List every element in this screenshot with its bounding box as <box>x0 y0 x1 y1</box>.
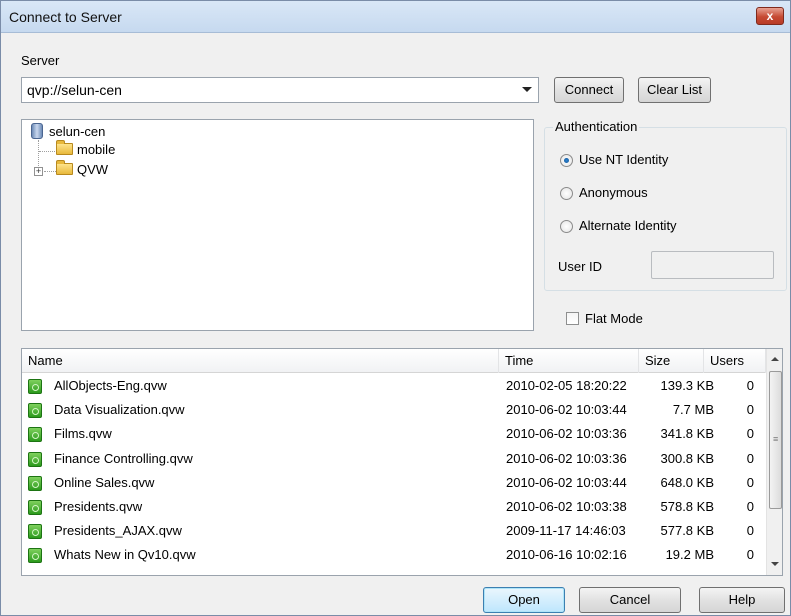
table-cell-time: 2010-06-16 10:02:16 <box>506 547 627 563</box>
table-cell-time: 2010-06-02 10:03:44 <box>506 402 627 418</box>
table-cell-name: Data Visualization.qvw <box>54 402 185 418</box>
flat-mode-label[interactable]: Flat Mode <box>585 311 643 326</box>
cancel-button[interactable]: Cancel <box>579 587 681 613</box>
tree-node-server[interactable]: selun-cen <box>31 123 105 141</box>
column-header-size[interactable]: Size <box>639 349 704 373</box>
column-header-users[interactable]: Users <box>704 349 766 373</box>
tree-node-server-label: selun-cen <box>49 124 106 139</box>
connect-button[interactable]: Connect <box>554 77 624 103</box>
server-icon <box>31 123 43 139</box>
expand-icon[interactable]: + <box>34 167 43 176</box>
grip-icon: ≡ <box>773 434 779 444</box>
anonymous-label[interactable]: Anonymous <box>579 185 648 200</box>
table-row[interactable]: Finance Controlling.qvw 2010-06-02 10:03:… <box>22 448 766 470</box>
table-row[interactable]: Whats New in Qv10.qvw 2010-06-16 10:02:16… <box>22 544 766 566</box>
table-row[interactable]: AllObjects-Eng.qvw 2010-02-05 18:20:22 139… <box>22 375 766 397</box>
table-cell-time: 2010-06-02 10:03:38 <box>506 499 627 514</box>
server-label: Server <box>21 53 60 68</box>
chevron-down-icon[interactable] <box>522 87 532 92</box>
table-cell-users: 0 <box>746 426 754 442</box>
table-cell-users: 0 <box>746 450 754 466</box>
table-cell-users: 0 <box>746 499 754 514</box>
table-cell-time: 2009-11-17 14:46:03 <box>506 523 626 539</box>
table-cell-time: 2010-02-05 18:20:22 <box>506 378 627 393</box>
table-cell-size: 7.7 MB <box>672 402 714 418</box>
scrollbar-thumb[interactable]: ≡ <box>769 371 782 509</box>
column-header-time[interactable]: Time <box>499 349 639 373</box>
dialog-title: Connect to Server <box>9 9 122 25</box>
column-header-name[interactable]: Name <box>22 349 499 373</box>
table-cell-size: 19.2 MB <box>665 547 714 563</box>
tree-node-qvw-label: QVW <box>77 162 109 177</box>
tree-node-mobile-label: mobile <box>77 142 116 157</box>
use-nt-identity-radio[interactable] <box>560 154 573 167</box>
table-cell-users: 0 <box>746 474 754 490</box>
table-cell-time: 2010-06-02 10:03:36 <box>506 426 627 442</box>
flat-mode-checkbox[interactable] <box>566 312 579 325</box>
table-cell-size: 578.8 KB <box>660 499 715 514</box>
table-row[interactable]: Presidents_AJAX.qvw 2009-11-17 14:46:03 57… <box>22 520 766 542</box>
qvw-document-icon <box>28 451 42 467</box>
document-list[interactable]: Name Time Size Users AllObjects-Eng.qvw 2… <box>21 348 783 576</box>
qvw-document-icon <box>28 403 42 419</box>
help-button[interactable]: Help <box>699 587 785 613</box>
table-cell-time: 2010-06-02 10:03:44 <box>506 474 627 490</box>
table-cell-name: Online Sales.qvw <box>54 474 155 490</box>
table-cell-name: Finance Controlling.qvw <box>54 450 193 466</box>
tree-guide-line <box>44 171 56 172</box>
table-cell-size: 648.0 KB <box>660 474 715 490</box>
alternate-identity-radio[interactable] <box>560 220 573 233</box>
open-button[interactable]: Open <box>483 587 565 613</box>
table-cell-size: 139.3 KB <box>660 378 715 393</box>
server-folder-tree[interactable]: selun-cen mobile + QVW <box>21 119 534 331</box>
table-cell-name: Films.qvw <box>54 426 112 442</box>
table-row[interactable]: Online Sales.qvw 2010-06-02 10:03:44 648.0… <box>22 472 766 494</box>
tree-node-qvw[interactable]: QVW <box>56 160 109 180</box>
tree-guide-line <box>39 151 55 152</box>
list-header: Name Time Size Users <box>22 349 766 373</box>
anonymous-radio[interactable] <box>560 187 573 200</box>
connect-to-server-dialog: Connect to Server x Server qvp://selun-c… <box>0 0 791 616</box>
alternate-identity-label[interactable]: Alternate Identity <box>579 218 677 233</box>
table-cell-users: 0 <box>746 402 754 418</box>
table-cell-name: Whats New in Qv10.qvw <box>54 547 196 563</box>
table-cell-users: 0 <box>746 523 754 539</box>
table-cell-size: 300.8 KB <box>660 450 715 466</box>
scroll-down-icon[interactable] <box>771 562 779 566</box>
title-bar: Connect to Server x <box>1 1 790 33</box>
qvw-document-icon <box>28 524 42 540</box>
user-id-label: User ID <box>558 259 603 274</box>
folder-icon <box>56 160 73 175</box>
user-id-field[interactable] <box>651 251 774 279</box>
table-row[interactable]: Presidents.qvw 2010-06-02 10:03:38 578.8 K… <box>22 496 766 518</box>
table-row[interactable]: Films.qvw 2010-06-02 10:03:36 341.8 KB 0 <box>22 423 766 445</box>
use-nt-identity-label[interactable]: Use NT Identity <box>579 152 668 167</box>
table-cell-name: AllObjects-Eng.qvw <box>54 378 167 393</box>
authentication-legend: Authentication <box>553 119 640 134</box>
table-cell-size: 341.8 KB <box>660 426 715 442</box>
clear-list-button[interactable]: Clear List <box>638 77 711 103</box>
qvw-document-icon <box>28 379 42 394</box>
qvw-document-icon <box>28 475 42 491</box>
qvw-document-icon <box>28 500 42 515</box>
scroll-up-icon[interactable] <box>771 357 779 361</box>
qvw-document-icon <box>28 427 42 443</box>
table-cell-size: 577.8 KB <box>660 523 715 539</box>
close-button[interactable]: x <box>756 7 784 25</box>
server-combobox-value: qvp://selun-cen <box>27 82 122 98</box>
table-cell-name: Presidents.qvw <box>54 499 143 514</box>
table-cell-name: Presidents_AJAX.qvw <box>54 523 182 539</box>
folder-icon <box>56 140 73 155</box>
tree-node-mobile[interactable]: mobile <box>56 140 116 160</box>
table-cell-users: 0 <box>746 378 754 393</box>
table-cell-users: 0 <box>746 547 754 563</box>
table-row[interactable]: Data Visualization.qvw 2010-06-02 10:03:4… <box>22 399 766 421</box>
qvw-document-icon <box>28 548 42 564</box>
table-cell-time: 2010-06-02 10:03:36 <box>506 450 627 466</box>
server-combobox[interactable]: qvp://selun-cen <box>21 77 539 103</box>
vertical-scrollbar[interactable]: ≡ <box>766 349 782 575</box>
